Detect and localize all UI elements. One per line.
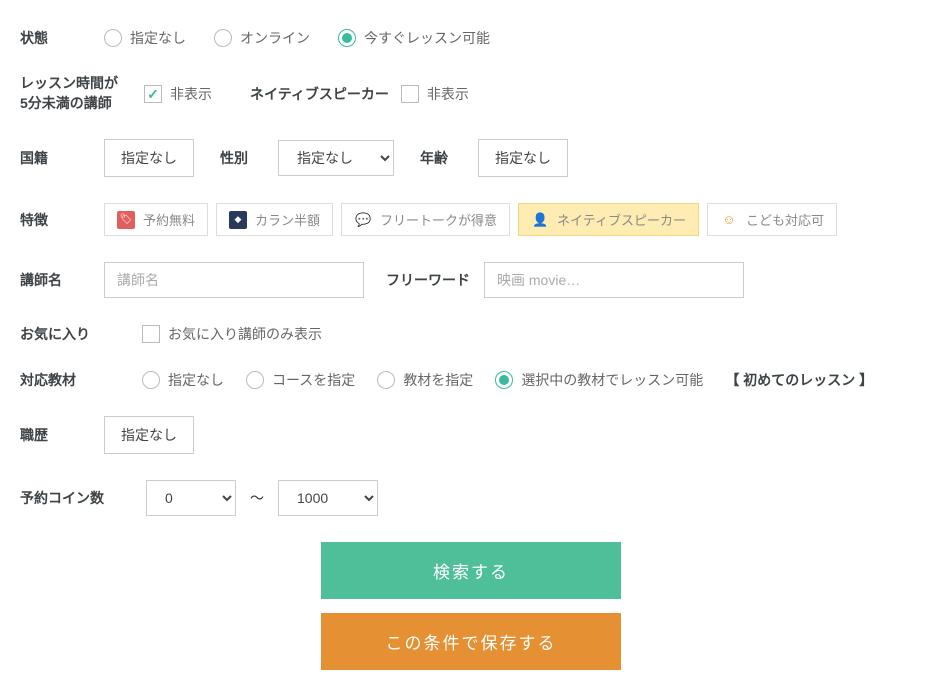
status-radio-online[interactable]: オンライン xyxy=(214,28,310,48)
status-label: 状態 xyxy=(20,28,90,48)
save-button[interactable]: この条件で保存する xyxy=(321,613,621,670)
age-select[interactable]: 指定なし xyxy=(478,139,568,177)
materials-radio-none[interactable]: 指定なし xyxy=(142,370,224,390)
status-radio-available-label: 今すぐレッスン可能 xyxy=(364,28,490,48)
status-radio-none[interactable]: 指定なし xyxy=(104,28,186,48)
nationality-select[interactable]: 指定なし xyxy=(104,139,194,177)
materials-radio-current[interactable]: 選択中の教材でレッスン可能 xyxy=(495,370,703,390)
features-tag-row: 🏷 予約無料 ◆ カラン半額 💬 フリートークが得意 👤 ネイティブスピーカー … xyxy=(104,203,837,236)
age-label: 年齢 xyxy=(420,148,464,168)
person-icon: 👤 xyxy=(531,211,549,229)
callan-icon: ◆ xyxy=(229,211,247,229)
tag-icon: 🏷 xyxy=(117,211,135,229)
materials-label: 対応教材 xyxy=(20,370,90,390)
native-speaker-hide-text: 非表示 xyxy=(427,84,469,104)
coins-to-select[interactable]: 1000 xyxy=(278,480,378,516)
materials-radio-current-label: 選択中の教材でレッスン可能 xyxy=(521,370,703,390)
smile-icon: ☺ xyxy=(720,211,738,229)
favorite-checkbox-label: お気に入り講師のみ表示 xyxy=(168,324,322,344)
materials-radio-none-label: 指定なし xyxy=(168,370,224,390)
current-material-name: 【 初めてのレッスン 】 xyxy=(725,370,873,390)
favorite-checkbox[interactable]: お気に入り講師のみ表示 xyxy=(142,324,322,344)
short-lesson-hide-checkbox[interactable]: 非表示 xyxy=(144,84,212,104)
radio-icon xyxy=(142,371,160,389)
checkbox-icon xyxy=(142,325,160,343)
status-radio-available[interactable]: 今すぐレッスン可能 xyxy=(338,28,490,48)
radio-icon xyxy=(495,371,513,389)
feature-tag-freetalk-label: フリートークが得意 xyxy=(380,210,497,229)
feature-tag-native[interactable]: 👤 ネイティブスピーカー xyxy=(518,203,699,236)
feature-tag-callan[interactable]: ◆ カラン半額 xyxy=(216,203,333,236)
career-select[interactable]: 指定なし xyxy=(104,416,194,454)
nationality-label: 国籍 xyxy=(20,148,90,168)
status-radio-none-label: 指定なし xyxy=(130,28,186,48)
short-lesson-hide-text: 非表示 xyxy=(170,84,212,104)
materials-radio-material-label: 教材を指定 xyxy=(403,370,473,390)
teacher-name-input[interactable] xyxy=(104,262,364,298)
native-speaker-label: ネイティブスピーカー xyxy=(250,84,389,104)
radio-icon xyxy=(214,29,232,47)
features-label: 特徴 xyxy=(20,210,90,230)
favorite-label: お気に入り xyxy=(20,324,90,344)
chat-icon: 💬 xyxy=(354,211,372,229)
tilde-separator: 〜 xyxy=(250,488,264,508)
gender-select[interactable]: 指定なし xyxy=(278,140,394,176)
status-radio-group: 指定なし オンライン 今すぐレッスン可能 xyxy=(104,28,490,48)
feature-tag-kids[interactable]: ☺ こども対応可 xyxy=(707,203,837,236)
freeword-label: フリーワード xyxy=(386,270,470,290)
radio-icon xyxy=(246,371,264,389)
coins-from-select[interactable]: 0 xyxy=(146,480,236,516)
checkbox-icon xyxy=(144,85,162,103)
radio-icon xyxy=(377,371,395,389)
coins-label: 予約コイン数 xyxy=(20,488,132,508)
gender-label: 性別 xyxy=(220,148,264,168)
feature-tag-free[interactable]: 🏷 予約無料 xyxy=(104,203,208,236)
feature-tag-native-label: ネイティブスピーカー xyxy=(557,210,686,229)
checkbox-icon xyxy=(401,85,419,103)
feature-tag-kids-label: こども対応可 xyxy=(746,210,824,229)
materials-radio-course[interactable]: コースを指定 xyxy=(246,370,355,390)
radio-icon xyxy=(338,29,356,47)
native-speaker-hide-checkbox[interactable]: 非表示 xyxy=(401,84,469,104)
materials-radio-material[interactable]: 教材を指定 xyxy=(377,370,473,390)
short-lesson-label: レッスン時間が5分未満の講師 xyxy=(20,74,132,113)
status-radio-online-label: オンライン xyxy=(240,28,310,48)
teacher-name-label: 講師名 xyxy=(20,270,90,290)
feature-tag-freetalk[interactable]: 💬 フリートークが得意 xyxy=(341,203,510,236)
freeword-input[interactable] xyxy=(484,262,744,298)
radio-icon xyxy=(104,29,122,47)
search-button[interactable]: 検索する xyxy=(321,542,621,599)
feature-tag-free-label: 予約無料 xyxy=(143,210,195,229)
materials-radio-course-label: コースを指定 xyxy=(272,370,355,390)
career-label: 職歴 xyxy=(20,425,90,445)
feature-tag-callan-label: カラン半額 xyxy=(255,210,320,229)
